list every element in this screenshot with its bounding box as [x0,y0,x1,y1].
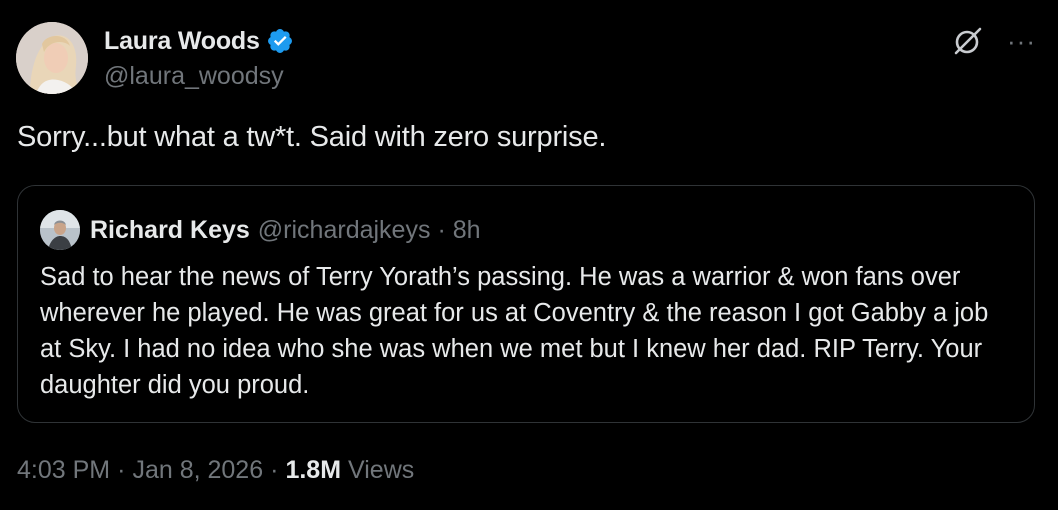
tweet-text: Sorry...but what a tw*t. Said with zero … [17,121,607,153]
author-handle[interactable]: @laura_woodsy [104,62,294,91]
post-time[interactable]: 4:03 PM [17,456,110,485]
avatar[interactable] [16,22,88,94]
quoted-tweet[interactable]: Richard Keys @richardajkeys · 8h Sad to … [17,185,1035,423]
top-actions: ··· [951,24,1036,58]
tweet-meta: 4:03 PM · Jan 8, 2026 · 1.8M Views [17,456,414,485]
quoted-handle[interactable]: @richardajkeys [258,216,431,245]
quoted-separator: · [437,215,446,244]
tweet: Laura Woods @laura_woodsy ··· Sorry...bu… [0,0,1058,510]
author-info: Laura Woods @laura_woodsy [104,24,294,91]
more-options-icon[interactable]: ··· [1007,24,1036,58]
views-label: Views [348,456,415,484]
verified-badge-icon[interactable] [266,27,294,55]
meta-separator: · [270,456,279,484]
grok-icon[interactable] [951,24,985,58]
quoted-tweet-header: Richard Keys @richardajkeys · 8h [40,210,481,250]
quoted-avatar[interactable] [40,210,80,250]
views-count: 1.8M [285,456,342,484]
meta-separator: · [117,456,126,484]
post-date[interactable]: Jan 8, 2026 [132,456,263,485]
author-display-name[interactable]: Laura Woods [104,27,260,56]
quoted-timestamp[interactable]: 8h [453,216,481,245]
quoted-display-name[interactable]: Richard Keys [90,216,250,245]
quoted-tweet-text: Sad to hear the news of Terry Yorath’s p… [40,263,989,399]
